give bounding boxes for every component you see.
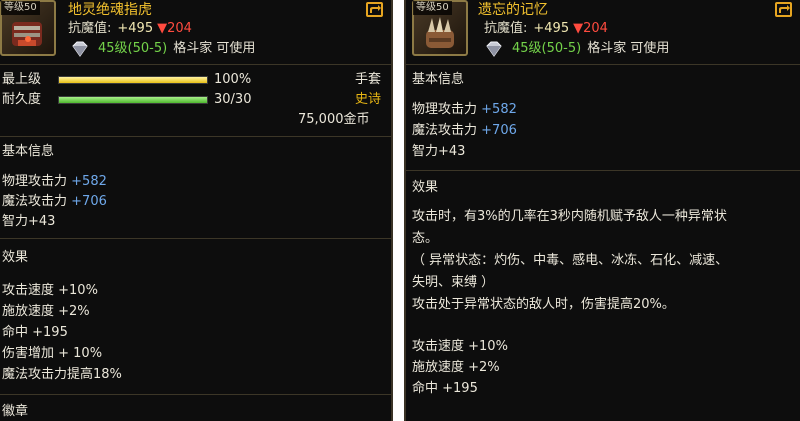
stat-value: +582 — [481, 102, 517, 117]
rarity-label: 史诗 — [355, 92, 382, 107]
stat-row: 物理攻击力 +582 — [2, 172, 107, 192]
effect-description-line: 攻击时，有3%的几率在3秒内随机赋予敌人一种异常状 — [412, 209, 727, 224]
required-class: 格斗家 可使用 — [587, 41, 670, 56]
resist-line: 抗魔值: +495 ▼204 — [68, 20, 192, 38]
upgrade-progress-bar — [58, 76, 208, 84]
divider — [0, 394, 391, 395]
effect-title: 效果 — [2, 250, 29, 265]
stat-label: 物理攻击力 — [412, 102, 478, 117]
price: 75,000金币 — [298, 112, 370, 127]
effect-line: 攻击速度 +10% — [412, 339, 508, 354]
basic-info-title: 基本信息 — [2, 144, 55, 159]
item-tooltip-right: 等级50 遗忘的记忆 抗魔值: +495 ▼204 45级(50-5) 格斗家 可使用… — [404, 0, 800, 421]
effect-line: 攻击速度 +10% — [2, 283, 98, 298]
resist-up: +495 — [117, 21, 154, 36]
requirement-line: 45级(50-5) 格斗家 可使用 — [484, 40, 669, 58]
upgrade-progress-fill — [59, 77, 207, 83]
effect-line: 施放速度 +2% — [2, 304, 90, 319]
upgrade-value: 100% — [214, 72, 252, 87]
stat-value: +582 — [71, 174, 107, 189]
stat-row: 魔法攻击力 +706 — [2, 192, 107, 212]
gem-icon — [486, 41, 502, 57]
resist-down: ▼204 — [573, 21, 608, 36]
requirement-line: 45级(50-5) 格斗家 可使用 — [70, 40, 255, 58]
item-type: 手套 — [355, 72, 382, 87]
resist-label: 抗魔值: — [484, 21, 528, 36]
claw-icon — [426, 17, 454, 48]
item-slot[interactable]: 等级50 — [412, 0, 468, 56]
effect-line: 命中 +195 — [2, 325, 68, 340]
stat-row: 智力+43 — [412, 142, 465, 162]
resist-up: +495 — [533, 21, 570, 36]
basic-info-title: 基本信息 — [412, 72, 465, 87]
durability-bar — [58, 96, 208, 104]
stat-value: +706 — [481, 123, 517, 138]
tooltip-header: 等级50 地灵绝魂指虎 抗魔值: +495 ▼204 45级(50-5) 格斗家 可使… — [0, 0, 391, 62]
effect-description-line: 失明、束缚 ） — [412, 275, 495, 290]
required-level: 45级(50-5) — [98, 41, 168, 56]
tooltip-header: 等级50 遗忘的记忆 抗魔值: +495 ▼204 45级(50-5) 格斗家 可使用 — [406, 0, 800, 62]
resist-label: 抗魔值: — [68, 21, 112, 36]
resist-line: 抗魔值: +495 ▼204 — [484, 20, 608, 38]
item-name: 遗忘的记忆 — [478, 2, 548, 18]
divider — [406, 64, 800, 65]
required-class: 格斗家 可使用 — [173, 41, 256, 56]
durability-fill — [59, 97, 207, 103]
gauntlet-icon — [12, 22, 42, 46]
share-button[interactable] — [775, 2, 792, 17]
effect-line: 魔法攻击力提高18% — [2, 367, 122, 382]
stat-value: +706 — [71, 194, 107, 209]
stat-label: 物理攻击力 — [2, 174, 68, 189]
required-level: 45级(50-5) — [512, 41, 582, 56]
badge-title: 徽章 — [2, 404, 29, 419]
divider — [0, 64, 391, 65]
effect-title: 效果 — [412, 180, 439, 195]
divider — [0, 136, 391, 137]
item-slot[interactable]: 等级50 — [0, 0, 56, 56]
durability-value: 30/30 — [214, 92, 252, 107]
share-button[interactable] — [366, 2, 383, 17]
slot-level-label: 等级50 — [413, 1, 452, 15]
effect-description-line: 攻击处于异常状态的敌人时，伤害提高20%。 — [412, 297, 675, 312]
stat-label: 魔法攻击力 — [412, 123, 478, 138]
gem-icon — [72, 41, 88, 57]
stat-row: 智力+43 — [2, 212, 55, 232]
effect-line: 伤害增加 + 10% — [2, 346, 103, 361]
item-name: 地灵绝魂指虎 — [68, 2, 152, 18]
stat-row: 物理攻击力 +582 — [412, 100, 517, 120]
divider — [406, 170, 800, 171]
effect-line: 施放速度 +2% — [412, 360, 500, 375]
durability-label: 耐久度 — [2, 92, 42, 107]
effect-line: 命中 +195 — [412, 381, 478, 396]
item-tooltip-left: 等级50 地灵绝魂指虎 抗魔值: +495 ▼204 45级(50-5) 格斗家 可使… — [0, 0, 393, 421]
slot-level-label: 等级50 — [1, 1, 40, 15]
effect-description-line: （ 异常状态：灼伤、中毒、感电、冰冻、石化、减速、 — [412, 253, 729, 268]
stat-row: 魔法攻击力 +706 — [412, 121, 517, 141]
effect-description-line: 态。 — [412, 231, 439, 246]
stat-label: 魔法攻击力 — [2, 194, 68, 209]
resist-down: ▼204 — [157, 21, 192, 36]
stat-label: 智力+43 — [412, 144, 466, 159]
upgrade-label: 最上级 — [2, 72, 42, 87]
share-icon — [779, 5, 790, 13]
share-icon — [370, 5, 381, 13]
stat-label: 智力+43 — [2, 214, 56, 229]
divider — [0, 238, 391, 239]
